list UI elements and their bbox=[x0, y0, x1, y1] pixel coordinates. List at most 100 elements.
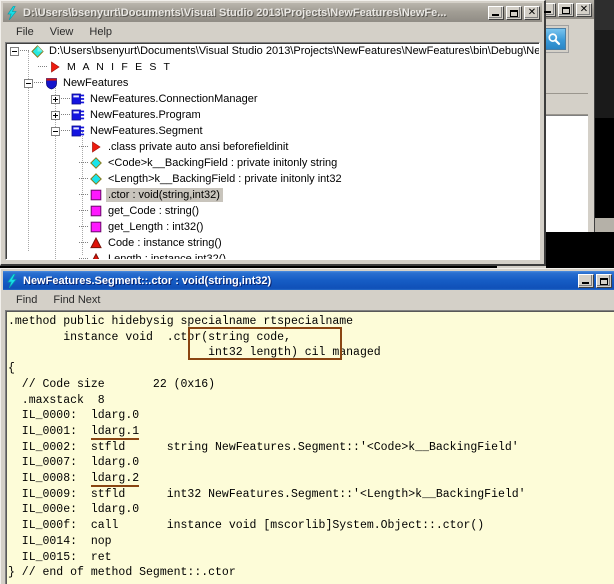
tree-dots bbox=[79, 210, 88, 212]
il-line-ldarg1: IL_0001: ldarg.1 bbox=[8, 424, 614, 440]
tree-item-manifest[interactable]: M A N I F E S T bbox=[6, 59, 539, 75]
tree-item-label: Code : instance string() bbox=[106, 236, 225, 250]
tree-dots bbox=[61, 114, 70, 116]
ildasm-main-window-buttons: ✕ bbox=[486, 6, 540, 20]
il-line-ldarg2: IL_0008: ldarg.2 bbox=[8, 471, 614, 487]
il-line: IL_0015: ret bbox=[8, 550, 614, 566]
class-icon bbox=[71, 124, 85, 138]
tree-dots bbox=[79, 258, 88, 259]
tree-dots bbox=[61, 130, 70, 132]
tree-item-label: <Length>k__BackingField : private initon… bbox=[106, 172, 345, 186]
il-line: IL_0002: stfld string NewFeatures.Segmen… bbox=[8, 440, 614, 456]
tree-item-property-code[interactable]: Code : instance string() bbox=[6, 235, 539, 251]
manifest-triangle-icon bbox=[48, 60, 62, 74]
background-maximize-button[interactable] bbox=[558, 3, 574, 17]
tree-item-method-ctor[interactable]: .ctor : void(string,int32) bbox=[6, 187, 539, 203]
assembly-diamond-icon bbox=[30, 44, 44, 58]
tree-item-class-connectionmanager[interactable]: NewFeatures.ConnectionManager bbox=[6, 91, 539, 107]
ildasm-main-title: D:\Users\bsenyurt\Documents\Visual Studi… bbox=[23, 7, 486, 19]
tree-dots bbox=[34, 82, 43, 84]
tree-item-field-code[interactable]: <Code>k__BackingField : private initonly… bbox=[6, 155, 539, 171]
il-line: IL_0007: ldarg.0 bbox=[8, 455, 614, 471]
tree-item-label: M A N I F E S T bbox=[65, 60, 175, 74]
il-line: instance void .ctor(string code, bbox=[8, 330, 614, 346]
method-square-icon bbox=[89, 188, 103, 202]
tree-item-label: NewFeatures.ConnectionManager bbox=[88, 92, 261, 106]
close-button[interactable]: ✕ bbox=[524, 6, 540, 20]
menu-item-find[interactable]: Find bbox=[8, 292, 45, 308]
tree-item-label: D:\Users\bsenyurt\Documents\Visual Studi… bbox=[47, 44, 539, 58]
expander-plus-icon[interactable] bbox=[51, 111, 60, 120]
tree-item-label: .ctor : void(string,int32) bbox=[106, 188, 223, 202]
ildasm-main-titlebar[interactable]: D:\Users\bsenyurt\Documents\Visual Studi… bbox=[3, 3, 542, 22]
tree-item-class-program[interactable]: NewFeatures.Program bbox=[6, 107, 539, 123]
assembly-tree-pane[interactable]: D:\Users\bsenyurt\Documents\Visual Studi… bbox=[5, 42, 540, 260]
expander-plus-icon[interactable] bbox=[51, 95, 60, 104]
tree-item-label: NewFeatures bbox=[61, 76, 131, 90]
menu-item-help[interactable]: Help bbox=[81, 24, 120, 40]
tree-item-class-segment[interactable]: NewFeatures.Segment bbox=[6, 123, 539, 139]
il-line: { bbox=[8, 361, 614, 377]
property-triangle-icon bbox=[89, 236, 103, 250]
maximize-button[interactable] bbox=[506, 6, 522, 20]
underlined-instruction: ldarg.2 bbox=[91, 472, 139, 487]
tree-item-method-get-length[interactable]: get_Length : int32() bbox=[6, 219, 539, 235]
il-disassembly-window-buttons bbox=[576, 274, 614, 288]
desktop-gap-dark bbox=[546, 232, 614, 268]
il-line: // Code size 22 (0x16) bbox=[8, 377, 614, 393]
tree-dots bbox=[79, 178, 88, 180]
il-line: int32 length) cil managed bbox=[8, 345, 614, 361]
tree-item-assembly-root[interactable]: D:\Users\bsenyurt\Documents\Visual Studi… bbox=[6, 43, 539, 59]
il-line: .method public hidebysig specialname rts… bbox=[8, 314, 614, 330]
il-disassembly-titlebar[interactable]: NewFeatures.Segment::.ctor : void(string… bbox=[3, 271, 614, 290]
il-code-text: .method public hidebysig specialname rts… bbox=[6, 311, 614, 584]
il-line: IL_0000: ldarg.0 bbox=[8, 408, 614, 424]
tree-item-label: get_Code : string() bbox=[106, 204, 202, 218]
il-disassembly-window[interactable]: NewFeatures.Segment::.ctor : void(string… bbox=[0, 268, 614, 584]
background-close-button[interactable]: ✕ bbox=[576, 3, 592, 17]
desktop-background: ✕ ? bbox=[0, 0, 614, 584]
namespace-shield-icon bbox=[44, 76, 58, 90]
field-diamond-icon bbox=[89, 172, 103, 186]
menu-item-find-next[interactable]: Find Next bbox=[45, 292, 108, 308]
tree-dots bbox=[38, 66, 47, 68]
il-code-pane[interactable]: .method public hidebysig specialname rts… bbox=[5, 310, 614, 584]
background-window-sliver-top bbox=[595, 0, 614, 30]
method-square-icon bbox=[89, 204, 103, 218]
tree-dots bbox=[79, 162, 88, 164]
expander-minus-icon[interactable] bbox=[24, 79, 33, 88]
ildasm-main-window[interactable]: D:\Users\bsenyurt\Documents\Visual Studi… bbox=[0, 0, 546, 266]
underlined-instruction: ldarg.1 bbox=[91, 425, 139, 440]
expander-minus-icon[interactable] bbox=[10, 47, 19, 56]
tree-item-field-length[interactable]: <Length>k__BackingField : private initon… bbox=[6, 171, 539, 187]
tree-item-label: Length : instance int32() bbox=[106, 252, 229, 259]
tree-dots bbox=[79, 146, 88, 148]
il-disassembly-menubar: Find Find Next bbox=[3, 290, 612, 309]
tree-dots bbox=[79, 242, 88, 244]
ildasm-lightning-icon bbox=[6, 6, 19, 20]
maximize-button[interactable] bbox=[596, 274, 612, 288]
class-icon bbox=[71, 108, 85, 122]
minimize-button[interactable] bbox=[488, 6, 504, 20]
ildasm-main-menubar: File View Help bbox=[3, 22, 542, 41]
tree-item-label: NewFeatures.Segment bbox=[88, 124, 206, 138]
background-window-sliver-mid bbox=[595, 30, 614, 118]
menu-item-file[interactable]: File bbox=[8, 24, 42, 40]
il-disassembly-title: NewFeatures.Segment::.ctor : void(string… bbox=[23, 275, 576, 287]
tree-dots bbox=[20, 50, 29, 52]
tree-item-label: NewFeatures.Program bbox=[88, 108, 204, 122]
assembly-tree-scroll: D:\Users\bsenyurt\Documents\Visual Studi… bbox=[6, 43, 539, 259]
il-line: IL_0014: nop bbox=[8, 534, 614, 550]
tree-item-property-length[interactable]: Length : instance int32() bbox=[6, 251, 539, 259]
menu-item-view[interactable]: View bbox=[42, 24, 82, 40]
expander-minus-icon[interactable] bbox=[51, 127, 60, 136]
tree-item-label: .class private auto ansi beforefieldinit bbox=[106, 140, 291, 154]
tree-dots bbox=[79, 226, 88, 228]
ildasm-lightning-icon bbox=[6, 274, 19, 288]
tree-item-namespace-newfeatures[interactable]: NewFeatures bbox=[6, 75, 539, 91]
field-diamond-icon bbox=[89, 156, 103, 170]
tree-item-class-attributes[interactable]: .class private auto ansi beforefieldinit bbox=[6, 139, 539, 155]
tree-item-label: <Code>k__BackingField : private initonly… bbox=[106, 156, 340, 170]
minimize-button[interactable] bbox=[578, 274, 594, 288]
tree-item-method-get-code[interactable]: get_Code : string() bbox=[6, 203, 539, 219]
